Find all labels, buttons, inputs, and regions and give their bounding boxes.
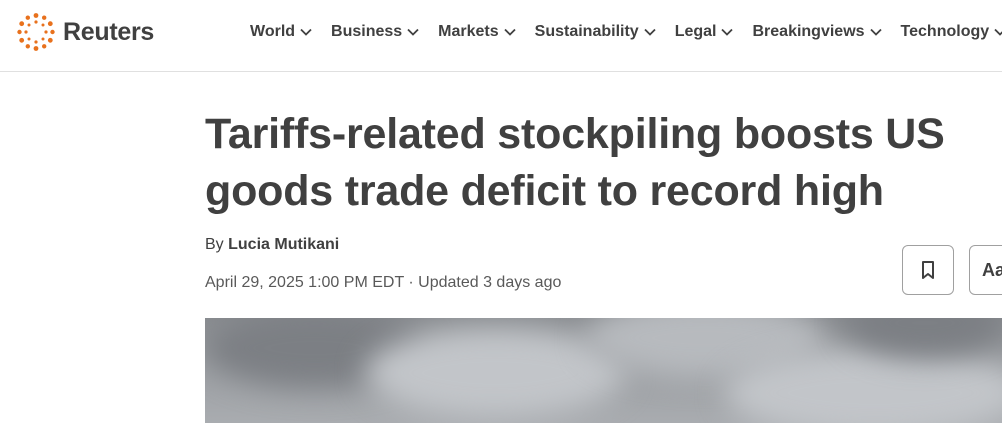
- nav-item-label: Sustainability: [534, 23, 639, 40]
- author-link[interactable]: Lucia Mutikani: [228, 236, 339, 253]
- nav-item-label: Business: [331, 23, 403, 40]
- nav-item-technology[interactable]: Technology: [901, 20, 1002, 44]
- headline-line-2: goods trade deficit to record high: [205, 167, 884, 215]
- reuters-logo-icon: [17, 13, 55, 51]
- chevron-down-icon: [407, 28, 419, 36]
- text-size-button[interactable]: Aa: [969, 245, 1002, 295]
- nav-item-label: Breakingviews: [752, 23, 865, 40]
- nav-item-breakingviews[interactable]: Breakingviews: [752, 20, 882, 44]
- chevron-down-icon: [504, 28, 516, 36]
- reuters-logo[interactable]: Reuters: [16, 12, 154, 52]
- nav-item-sustainability[interactable]: Sustainability: [535, 20, 656, 44]
- chevron-down-icon: [994, 28, 1002, 36]
- nav-item-label: World: [250, 23, 296, 40]
- article-dateline: April 29, 2025 1:00 PM EDT · Updated 3 d…: [205, 274, 562, 291]
- byline-prefix: By: [205, 236, 224, 253]
- nav-item-legal[interactable]: Legal: [675, 20, 734, 44]
- nav-item-business[interactable]: Business: [331, 20, 419, 44]
- nav-item-world[interactable]: World: [250, 20, 312, 44]
- nav-item-label: Markets: [438, 23, 499, 40]
- chevron-down-icon: [644, 28, 656, 36]
- main-nav: World Business Markets Sustainability Le…: [250, 20, 1002, 44]
- text-size-label: Aa: [982, 259, 1002, 280]
- nav-item-markets[interactable]: Markets: [438, 20, 516, 44]
- chevron-down-icon: [721, 28, 734, 36]
- hero-image: [205, 318, 1002, 423]
- chevron-down-icon: [300, 28, 312, 36]
- headline-line-1: Tariffs-related stockpiling boosts US: [205, 110, 945, 158]
- logo-wordmark: Reuters: [63, 17, 154, 46]
- bookmark-button[interactable]: [902, 245, 954, 295]
- byline: By Lucia Mutikani: [205, 236, 339, 254]
- chevron-down-icon: [869, 28, 882, 36]
- site-header: Reuters World Business Markets Sustainab…: [0, 0, 1002, 72]
- article-headline: Tariffs-related stockpiling boosts US go…: [205, 106, 1002, 220]
- nav-item-label: Legal: [674, 23, 717, 40]
- bookmark-icon: [922, 261, 934, 279]
- nav-item-label: Technology: [900, 23, 990, 40]
